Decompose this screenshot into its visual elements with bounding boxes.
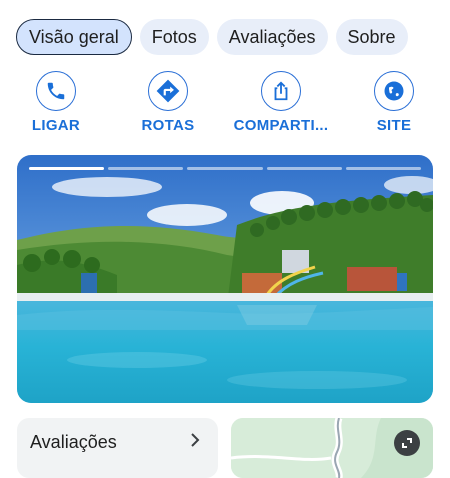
- directions-button[interactable]: ROTAS: [133, 71, 203, 134]
- tab-photos[interactable]: Fotos: [139, 19, 209, 55]
- phone-icon: [47, 82, 65, 100]
- call-icon-circle: [36, 71, 76, 111]
- tab-bar: Visão geral Fotos Avaliações Sobre: [16, 19, 450, 55]
- photo-progress-segment: [345, 167, 422, 170]
- photo-progress-segment: [108, 167, 184, 170]
- chevron-right-icon: [191, 433, 200, 447]
- reviews-card[interactable]: Avaliações: [17, 418, 218, 478]
- photo-progress-indicator: [29, 167, 422, 170]
- globe-icon: [384, 81, 404, 101]
- pool-scene-image: [17, 155, 433, 403]
- call-label: LIGAR: [31, 117, 81, 134]
- photo-progress-segment: [187, 167, 263, 170]
- website-icon-circle: [374, 71, 414, 111]
- share-icon-circle: [261, 71, 301, 111]
- photo-progress-segment: [266, 167, 342, 170]
- status-strip: [0, 0, 450, 8]
- website-button[interactable]: SITE: [359, 71, 429, 134]
- expand-map-button[interactable]: [394, 430, 420, 456]
- photo-progress-segment: [29, 167, 105, 170]
- share-label: COMPARTI...: [233, 117, 329, 134]
- share-icon: [274, 81, 288, 101]
- website-label: SITE: [376, 117, 412, 134]
- expand-icon: [402, 438, 412, 448]
- share-button[interactable]: COMPARTI...: [222, 71, 340, 134]
- call-button[interactable]: LIGAR: [21, 71, 91, 134]
- action-bar: LIGAR ROTAS COMPARTI... SITE: [0, 71, 450, 141]
- directions-label: ROTAS: [141, 117, 195, 134]
- tab-reviews[interactable]: Avaliações: [216, 19, 328, 55]
- map-preview[interactable]: [231, 418, 433, 478]
- directions-icon-circle: [148, 71, 188, 111]
- place-photo[interactable]: [17, 155, 433, 403]
- directions-icon: [156, 79, 180, 103]
- tab-about[interactable]: Sobre: [335, 19, 408, 55]
- tab-overview[interactable]: Visão geral: [16, 19, 132, 55]
